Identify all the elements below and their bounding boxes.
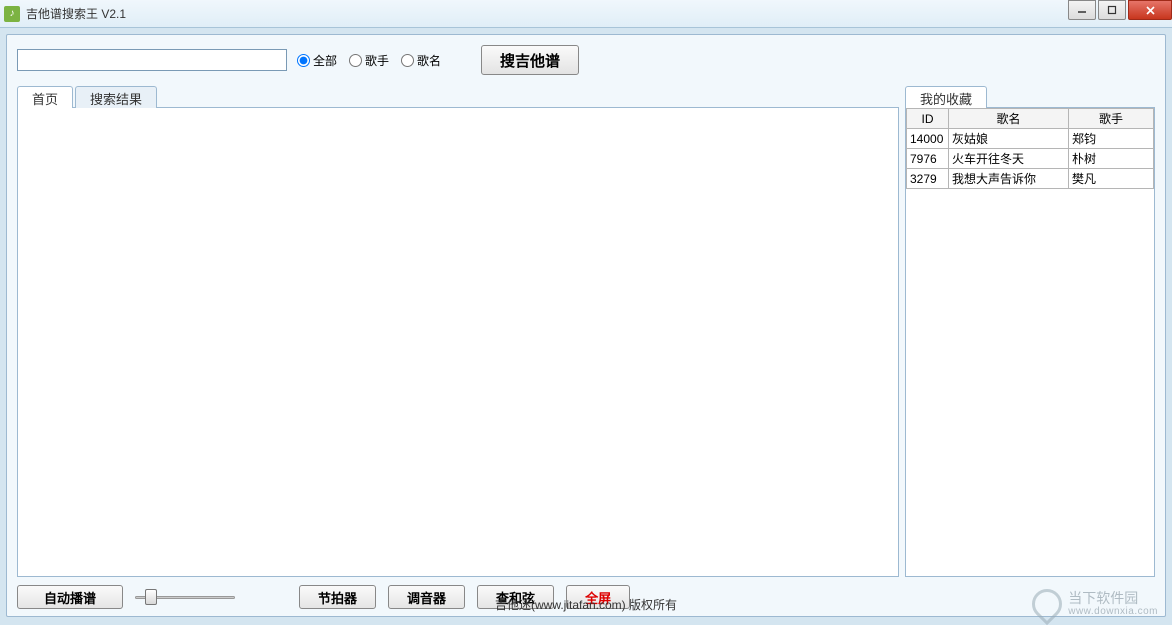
fav-cell-name: 火车开往冬天 xyxy=(949,149,1069,169)
watermark-text: 当下软件园 www.downxia.com xyxy=(1068,591,1158,617)
watermark-logo-icon xyxy=(1026,583,1068,625)
left-column: 首页 搜索结果 xyxy=(17,85,899,577)
search-row: 全部 歌手 歌名 搜吉他谱 xyxy=(17,45,1155,75)
fav-cell-singer: 朴树 xyxy=(1069,149,1154,169)
maximize-button[interactable] xyxy=(1098,0,1126,20)
table-row[interactable]: 7976 火车开往冬天 朴树 xyxy=(907,149,1154,169)
radio-song[interactable]: 歌名 xyxy=(401,52,441,69)
radio-singer[interactable]: 歌手 xyxy=(349,52,389,69)
search-button[interactable]: 搜吉他谱 xyxy=(481,45,579,75)
fav-col-singer[interactable]: 歌手 xyxy=(1069,109,1154,129)
right-column: 我的收藏 ID 歌名 歌手 14000 灰姑娘 xyxy=(905,85,1155,577)
watermark: 当下软件园 www.downxia.com xyxy=(1032,589,1158,619)
fav-cell-id: 3279 xyxy=(907,169,949,189)
fav-cell-name: 灰姑娘 xyxy=(949,129,1069,149)
favorites-table: ID 歌名 歌手 14000 灰姑娘 郑钧 7976 火 xyxy=(906,108,1154,189)
fav-col-id[interactable]: ID xyxy=(907,109,949,129)
fav-cell-name: 我想大声告诉你 xyxy=(949,169,1069,189)
app-icon: ♪ xyxy=(4,6,20,22)
close-button[interactable] xyxy=(1128,0,1172,20)
tab-home[interactable]: 首页 xyxy=(17,86,73,108)
window-title: 吉他谱搜索王 V2.1 xyxy=(26,5,126,22)
fav-cell-singer: 郑钧 xyxy=(1069,129,1154,149)
fav-col-name[interactable]: 歌名 xyxy=(949,109,1069,129)
favorites-header-row: ID 歌名 歌手 xyxy=(907,109,1154,129)
tab-content xyxy=(17,107,899,577)
search-scope-radios: 全部 歌手 歌名 xyxy=(297,52,441,69)
radio-song-input[interactable] xyxy=(401,54,414,67)
favorites-body: ID 歌名 歌手 14000 灰姑娘 郑钧 7976 火 xyxy=(905,107,1155,577)
minimize-button[interactable] xyxy=(1068,0,1096,20)
watermark-cn: 当下软件园 xyxy=(1068,591,1158,606)
watermark-en: www.downxia.com xyxy=(1068,606,1158,617)
tab-favorites[interactable]: 我的收藏 xyxy=(905,86,987,108)
titlebar: ♪ 吉他谱搜索王 V2.1 xyxy=(0,0,1172,28)
tab-results[interactable]: 搜索结果 xyxy=(75,86,157,108)
search-input[interactable] xyxy=(17,49,287,71)
radio-all[interactable]: 全部 xyxy=(297,52,337,69)
main-panel: 全部 歌手 歌名 搜吉他谱 首页 搜索结果 我的收藏 xyxy=(6,34,1166,617)
fav-cell-id: 7976 xyxy=(907,149,949,169)
table-row[interactable]: 14000 灰姑娘 郑钧 xyxy=(907,129,1154,149)
footer-copyright: 吉他迷(www.jitafan.com) 版权所有 xyxy=(7,596,1165,613)
radio-singer-input[interactable] xyxy=(349,54,362,67)
radio-singer-label: 歌手 xyxy=(365,52,389,69)
radio-all-label: 全部 xyxy=(313,52,337,69)
content-columns: 首页 搜索结果 我的收藏 ID 歌名 歌手 xyxy=(17,85,1155,577)
window-controls xyxy=(1066,0,1172,20)
fav-cell-id: 14000 xyxy=(907,129,949,149)
radio-all-input[interactable] xyxy=(297,54,310,67)
favorites-header: 我的收藏 xyxy=(905,85,1155,107)
radio-song-label: 歌名 xyxy=(417,52,441,69)
fav-cell-singer: 樊凡 xyxy=(1069,169,1154,189)
tab-header: 首页 搜索结果 xyxy=(17,85,899,107)
table-row[interactable]: 3279 我想大声告诉你 樊凡 xyxy=(907,169,1154,189)
